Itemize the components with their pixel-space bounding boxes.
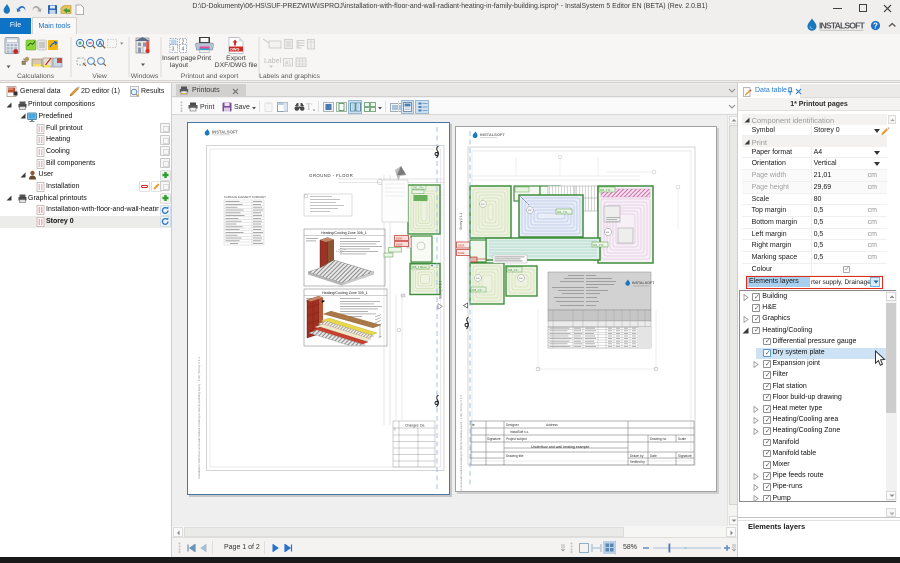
svg-text:Signature: Signature bbox=[678, 454, 692, 458]
svg-text:305/R...: 305/R... bbox=[396, 238, 405, 241]
svg-text:DWG: DWG bbox=[230, 48, 239, 52]
svg-text:Label: Label bbox=[264, 58, 282, 65]
svg-text:INSTALSOFT: INSTALSOFT bbox=[480, 132, 505, 137]
svg-text:T: T bbox=[306, 102, 312, 112]
svg-text:4: 4 bbox=[182, 47, 185, 53]
svg-text:Da: Da bbox=[420, 424, 424, 428]
svg-text:3: 3 bbox=[172, 47, 175, 53]
svg-text:300_1 W...: 300_1 W... bbox=[593, 244, 605, 247]
svg-text:SURFACE ELEMENT SUMMARY: SURFACE ELEMENT SUMMARY bbox=[224, 195, 266, 199]
svg-text:301/R..: 301/R.. bbox=[458, 252, 466, 255]
svg-text:302_1 W...: 302_1 W... bbox=[557, 211, 569, 214]
svg-text:Scale: Scale bbox=[678, 437, 686, 441]
svg-text:300/R..: 300/R.. bbox=[458, 245, 466, 248]
svg-text:InstalSoft s.c.: InstalSoft s.c. bbox=[510, 430, 529, 434]
svg-text:A1: A1 bbox=[285, 61, 291, 67]
svg-text:Drawing title: Drawing title bbox=[506, 454, 524, 458]
svg-text:INSTALSOFT: INSTALSOFT bbox=[632, 281, 655, 285]
svg-text:Installation-with-floor-and-wa: Installation-with-floor-and-wall-radiant… bbox=[459, 395, 463, 491]
svg-text:Heating/Cooling Zone 305_1: Heating/Cooling Zone 305_1 bbox=[322, 291, 368, 295]
svg-text:305_1 Room: 305_1 Room bbox=[412, 265, 427, 269]
svg-text:?: ? bbox=[873, 22, 878, 31]
svg-text:306_1 Ro...: 306_1 Ro... bbox=[413, 187, 426, 190]
svg-text:Storey 0 1.1: Storey 0 1.1 bbox=[459, 213, 463, 230]
svg-text:Underfloor and wall heating ex: Underfloor and wall heating example bbox=[531, 445, 589, 449]
svg-text:Drawn by: Drawn by bbox=[630, 454, 644, 458]
svg-text:Installation-with-floor-and-wa: Installation-with-floor-and-wall-radiant… bbox=[197, 357, 201, 479]
svg-text:306/R...: 306/R... bbox=[396, 244, 405, 247]
svg-text:Drawing no.: Drawing no. bbox=[650, 437, 667, 441]
svg-text:Changes: Changes bbox=[405, 424, 419, 428]
svg-text:INSTALSOFT: INSTALSOFT bbox=[819, 21, 866, 31]
svg-text:Heating/Cooling Zone 306_1: Heating/Cooling Zone 306_1 bbox=[321, 231, 367, 235]
svg-text:te: te bbox=[472, 423, 475, 427]
svg-text:Signature: Signature bbox=[487, 437, 501, 441]
svg-text:Verified by: Verified by bbox=[630, 460, 645, 464]
svg-text:305_1 R...: 305_1 R... bbox=[472, 289, 484, 292]
svg-text:Designer: Designer bbox=[506, 423, 520, 427]
svg-text:304_1 W...: 304_1 W... bbox=[600, 189, 612, 192]
svg-text:GROUND - FLOOR: GROUND - FLOOR bbox=[309, 173, 353, 178]
svg-text:Storey 0 2.1: Storey 0 2.1 bbox=[439, 281, 443, 299]
svg-text:306_1 R...: 306_1 R... bbox=[508, 269, 520, 272]
svg-text:Address: Address bbox=[546, 423, 558, 427]
svg-text:2: 2 bbox=[182, 40, 185, 46]
svg-text:Date: Date bbox=[650, 454, 657, 458]
svg-text:Project subject: Project subject bbox=[506, 437, 527, 441]
svg-text:A: A bbox=[98, 41, 103, 47]
svg-text:INSTALSOFT: INSTALSOFT bbox=[212, 130, 238, 135]
